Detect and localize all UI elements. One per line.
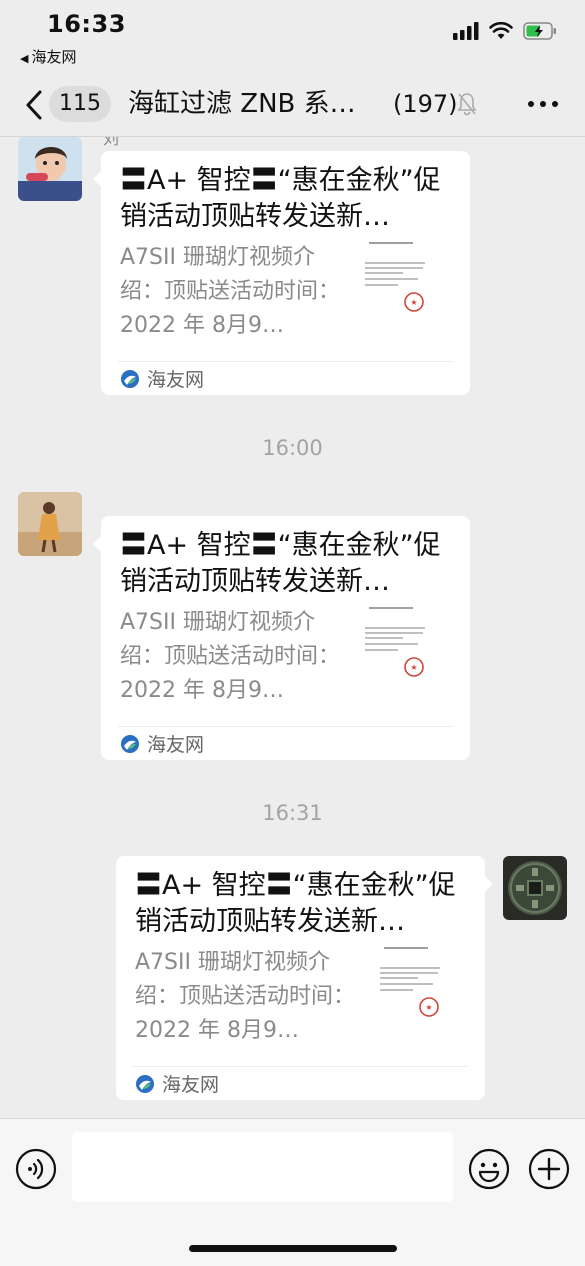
time-divider: 16:00 [262,436,323,460]
avatar[interactable] [18,137,82,201]
svg-text:★: ★ [410,663,417,672]
emoji-icon[interactable] [468,1148,510,1190]
time-divider: 16:31 [262,801,323,825]
back-triangle-icon: ◀ [20,52,29,65]
card-description: A7SII 珊瑚灯视频介绍：顶贴送活动时间：2022 年 8月9… [120,245,341,338]
message-input[interactable] [72,1132,453,1202]
card-title: 〓A+ 智控〓“惠在金秋”促销活动顶贴转发送新… [135,870,456,937]
source-logo-icon [121,369,139,388]
avatar[interactable] [503,856,567,920]
source-name: 海友网 [147,369,205,391]
link-card[interactable]: 〓A+ 智控〓“惠在金秋”促销活动顶贴转发送新… A7SII 珊瑚灯视频介绍：顶… [116,856,493,1100]
avatar-coin-image [503,856,567,920]
card-source: 海友网 [120,365,204,392]
card-divider [118,726,453,727]
back-to-app-link[interactable]: ◀ 海友网 [20,46,76,67]
card-title: 〓A+ 智控〓“惠在金秋”促销活动顶贴转发送新… [120,530,441,597]
wifi-icon [489,22,513,39]
card-source: 海友网 [135,1070,219,1097]
source-logo-icon [136,1074,154,1093]
link-card[interactable]: 〓A+ 智控〓“惠在金秋”促销活动顶贴转发送新… A7SII 珊瑚灯视频介绍：顶… [93,151,470,395]
card-title: 〓A+ 智控〓“惠在金秋”促销活动顶贴转发送新… [120,165,441,232]
card-thumbnail-document-image: ★ [363,239,429,317]
message-list[interactable]: 刘 〓A+ 智控〓“惠在金秋”促销活动顶贴转发送新… A7SII 珊瑚灯视频介绍… [0,137,585,1118]
link-card[interactable]: 〓A+ 智控〓“惠在金秋”促销活动顶贴转发送新… A7SII 珊瑚灯视频介绍：顶… [93,516,470,760]
card-divider [133,1066,468,1067]
card-description: A7SII 珊瑚灯视频介绍：顶贴送活动时间：2022 年 8月9… [135,950,356,1043]
back-app-label: 海友网 [31,48,77,66]
home-indicator [189,1245,397,1252]
card-thumbnail-document-image: ★ [363,604,429,682]
voice-icon[interactable] [15,1148,57,1190]
svg-text:★: ★ [410,298,417,307]
input-bar [0,1118,585,1266]
signal-icon [453,22,479,40]
avatar-woman-image [18,492,82,556]
source-logo-icon [121,734,139,753]
plus-icon[interactable] [528,1148,570,1190]
chat-title: 海缸过滤 ZNB 系… [128,89,356,119]
back-chevron-icon[interactable] [22,88,46,122]
status-icons [453,22,557,40]
chat-header: 115 海缸过滤 ZNB 系… (197) [0,72,585,136]
unread-count-badge[interactable]: 115 [49,86,111,122]
battery-icon [523,22,556,40]
member-count: (197) [393,90,458,118]
card-description: A7SII 珊瑚灯视频介绍：顶贴送活动时间：2022 年 8月9… [120,610,341,703]
source-name: 海友网 [147,734,205,756]
avatar[interactable] [18,492,82,556]
status-bar: 16:33 ◀ 海友网 [0,0,585,72]
mute-bell-icon [457,93,477,116]
avatar-child-image [18,137,82,201]
card-thumbnail-document-image: ★ [378,944,444,1022]
card-divider [118,361,453,362]
sender-name: 刘 [103,137,120,148]
svg-text:★: ★ [425,1003,432,1012]
card-source: 海友网 [120,730,204,757]
more-icon[interactable] [528,101,558,107]
source-name: 海友网 [162,1074,220,1096]
status-time: 16:33 [47,10,126,38]
